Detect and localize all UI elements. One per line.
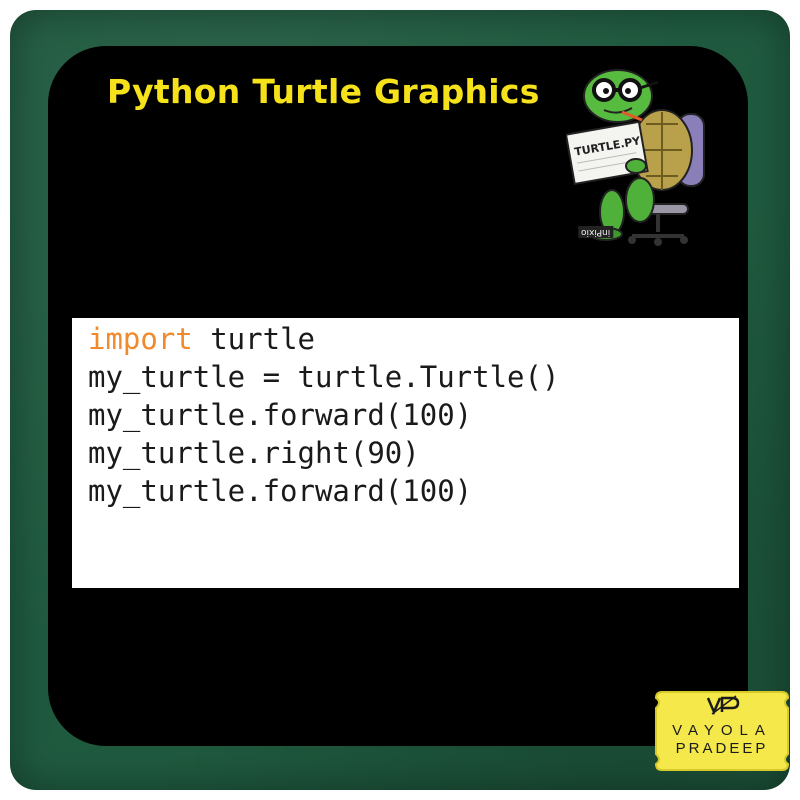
code-line-3: my_turtle.forward(100) (88, 396, 472, 434)
code-keyword: import (88, 322, 193, 356)
code-text: my_turtle.forward(100) (88, 474, 473, 508)
brand-badge: VAYOLA PRADEEP (652, 688, 792, 774)
post-card: Python Turtle Graphics TURTLE.PY inPixio… (0, 0, 800, 800)
code-text: my_turtle = turtle.Turtle() (88, 360, 560, 394)
code-line-2: my_turtle = turtle.Turtle() (88, 358, 559, 396)
code-line-4: my_turtle.right(90) (88, 434, 420, 472)
mascot-watermark: inPixio (578, 226, 614, 238)
code-line-1: import turtle (88, 320, 315, 358)
badge-name-line1: VAYOLA (672, 722, 772, 739)
code-block: import turtle my_turtle = turtle.Turtle(… (72, 318, 739, 588)
page-title: Python Turtle Graphics (107, 72, 540, 111)
code-text: my_turtle.right(90) (88, 436, 420, 470)
code-text: my_turtle.forward(100) (88, 398, 473, 432)
badge-name-line2: PRADEEP (675, 740, 769, 757)
code-line-5: my_turtle.forward(100) (88, 472, 472, 510)
code-text: turtle (192, 322, 315, 356)
